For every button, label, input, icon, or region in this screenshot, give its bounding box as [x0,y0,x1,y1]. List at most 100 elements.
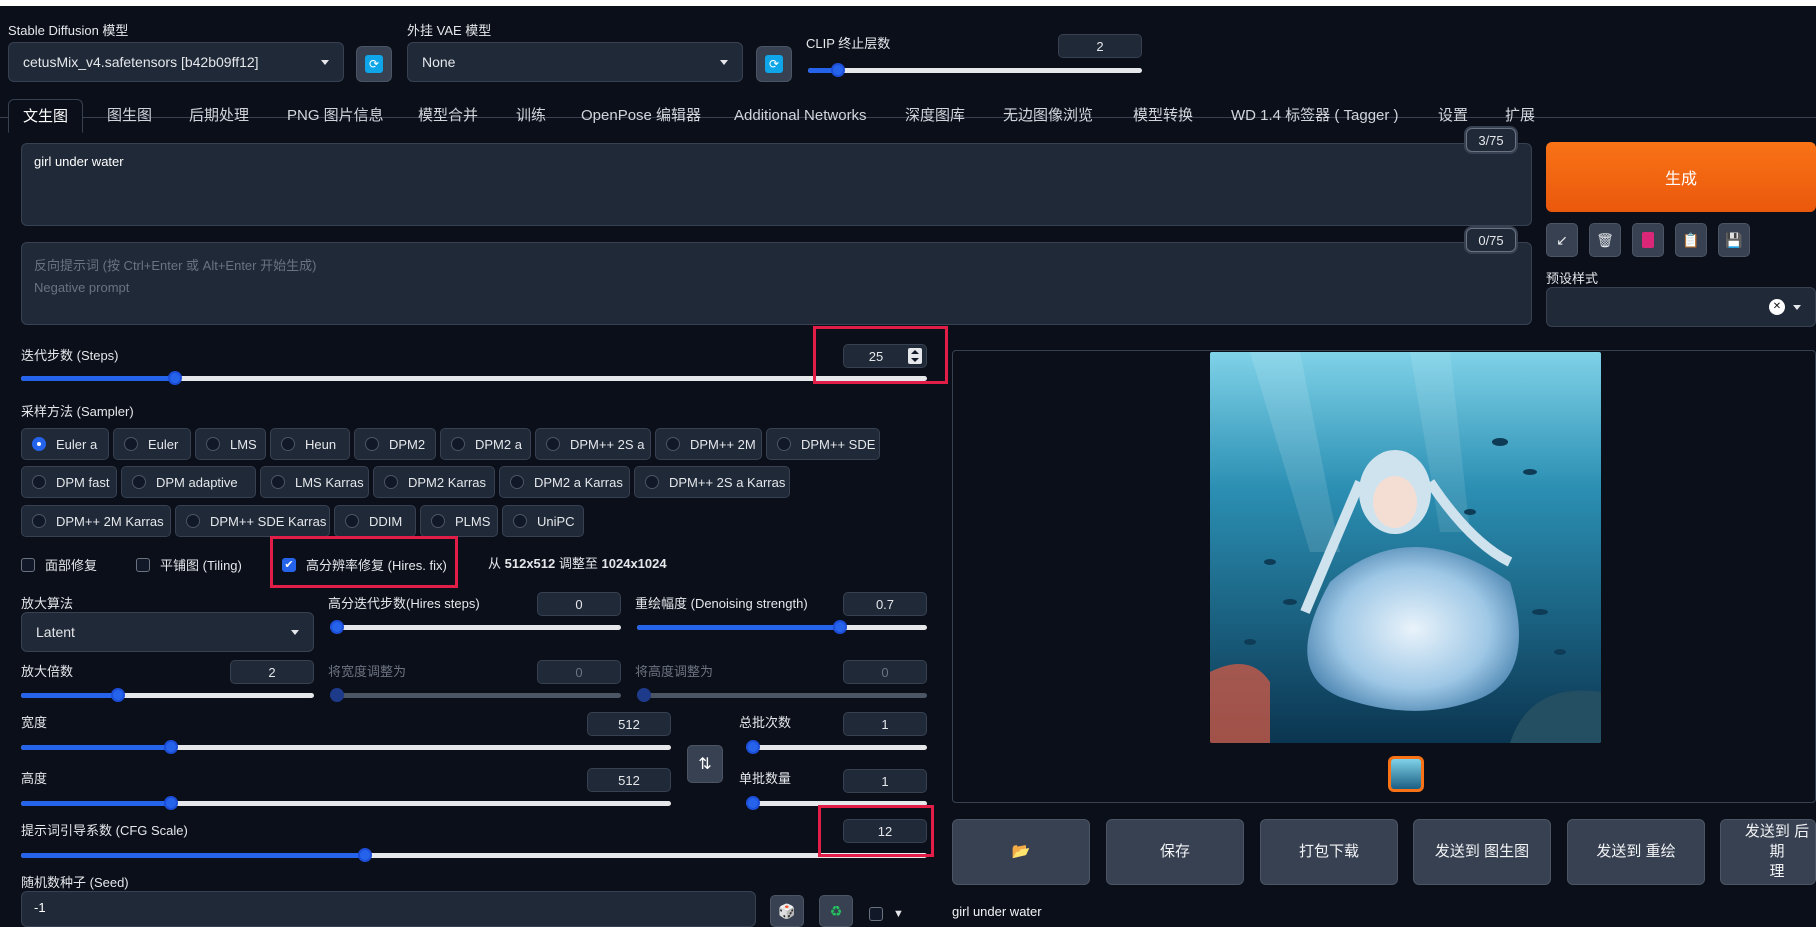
resize-height-slider[interactable] [637,685,927,705]
tab-settings[interactable]: 设置 [1438,99,1468,133]
batch-size-input[interactable]: 1 [843,769,927,793]
sampler-option[interactable]: DPM fast [21,466,117,498]
sampler-option[interactable]: LMS Karras [260,466,369,498]
generated-image[interactable] [1210,352,1601,743]
denoise-input[interactable]: 0.7 [843,592,927,616]
width-input[interactable]: 512 [587,712,671,736]
styles-dropdown[interactable]: ✕ [1546,287,1816,327]
tiling-label: 平铺图 (Tiling) [160,558,242,573]
sampler-option[interactable]: DPM++ 2S a Karras [634,466,790,498]
tab-extras[interactable]: 后期处理 [189,99,249,133]
sampler-option[interactable]: Heun [270,428,350,460]
sampler-option[interactable]: PLMS [420,505,498,537]
trash-button[interactable]: 🗑 [1589,223,1621,257]
sampler-option[interactable]: LMS [195,428,266,460]
extra-seed-checkbox[interactable]: ▼ [869,907,904,921]
cfg-slider[interactable] [21,845,927,865]
height-slider[interactable] [21,793,671,813]
sampler-option-label: DPM2 a Karras [534,474,623,490]
resize-width-label: 将宽度调整为 [328,664,407,679]
tab-img2img[interactable]: 图生图 [107,99,152,133]
extra-networks-button[interactable] [1632,223,1664,257]
refresh-model-button[interactable]: ⟳ [356,46,392,82]
tab-depth-gallery[interactable]: 深度图库 [905,99,965,133]
save-icon: 💾 [1725,231,1743,248]
clip-number-input[interactable]: 2 [1058,34,1142,58]
sampler-option[interactable]: DPM adaptive [121,466,256,498]
sampler-option-label: DDIM [369,513,403,529]
sampler-option[interactable]: DPM++ 2M Karras [21,505,171,537]
random-seed-button[interactable]: 🎲 [770,895,804,927]
sampler-option[interactable]: DPM++ 2M [655,428,762,460]
batch-count-slider[interactable] [746,737,927,757]
upscaler-dropdown[interactable]: Latent [21,612,314,652]
hires-steps-input[interactable]: 0 [537,592,621,616]
vae-dropdown[interactable]: None [407,42,743,82]
seed-input[interactable]: -1 [21,891,756,927]
sampler-option-label: DPM2 Karras [408,474,487,490]
batch-count-input[interactable]: 1 [843,712,927,736]
apply-style-button[interactable]: 📋 [1675,223,1707,257]
sampler-option-label: PLMS [455,513,491,529]
swap-dimensions-button[interactable]: ⇅ [687,745,723,783]
window-top-strip [0,0,1816,6]
send-to-img2img-button[interactable]: 发送到 图生图 [1413,819,1551,885]
tab-openpose-editor[interactable]: OpenPose 编辑器 [581,99,701,133]
sampler-option[interactable]: DDIM [334,505,416,537]
tab-tagger[interactable]: WD 1.4 标签器 ( Tagger ) [1231,99,1399,133]
resize-height-input[interactable]: 0 [843,660,927,684]
tab-model-converter[interactable]: 模型转换 [1133,99,1193,133]
face-restore-checkbox[interactable]: 面部修复 [21,555,97,574]
upscale-by-label: 放大倍数 [21,664,74,679]
sampler-option[interactable]: DPM++ SDE [766,428,880,460]
sampler-option[interactable]: Euler a [21,428,109,460]
save-style-button[interactable]: 💾 [1718,223,1750,257]
hires-steps-slider[interactable] [330,617,621,637]
model-dropdown[interactable]: cetusMix_v4.safetensors [b42b09ff12] [8,42,344,82]
underwater-girl-image [1210,352,1601,743]
upscale-by-slider[interactable] [21,685,314,705]
generate-button[interactable]: 生成 [1546,142,1816,212]
resize-width-input[interactable]: 0 [537,660,621,684]
arrow-icon: ↙ [1556,231,1568,248]
zip-download-button[interactable]: 打包下载 [1260,819,1398,885]
sampler-option[interactable]: Euler [113,428,191,460]
tab-png-info[interactable]: PNG 图片信息 [287,99,384,133]
upscaler-label: 放大算法 [21,596,74,611]
model-label: Stable Diffusion 模型 [8,23,129,38]
tab-additional-networks[interactable]: Additional Networks [734,99,867,133]
steps-slider[interactable] [21,368,927,388]
send-to-extras-button[interactable]: 发送到 后期 理 [1720,819,1816,885]
clip-slider[interactable] [808,60,1142,80]
sampler-option-label: Heun [305,436,337,452]
tab-image-browser[interactable]: 无边图像浏览 [1003,99,1093,133]
send-to-inpaint-button[interactable]: 发送到 重绘 [1567,819,1705,885]
tab-checkpoint-merger[interactable]: 模型合并 [418,99,478,133]
negative-prompt-textarea[interactable]: 反向提示词 (按 Ctrl+Enter 或 Alt+Enter 开始生成) Ne… [21,242,1532,325]
sampler-option[interactable]: DPM2 [354,428,436,460]
tab-train[interactable]: 训练 [516,99,546,133]
reuse-seed-button[interactable]: ♻ [819,895,853,927]
denoise-slider[interactable] [637,617,927,637]
refresh-vae-button[interactable]: ⟳ [756,46,792,82]
save-button[interactable]: 保存 [1106,819,1244,885]
clear-icon[interactable]: ✕ [1769,299,1785,315]
sampler-option[interactable]: DPM2 a [440,428,531,460]
sampler-option[interactable]: DPM2 a Karras [499,466,630,498]
prompt-textarea[interactable]: girl under water [21,143,1532,226]
resize-width-slider[interactable] [330,685,621,705]
sampler-option[interactable]: DPM++ SDE Karras [175,505,330,537]
output-caption: girl under water [952,904,1042,919]
width-slider[interactable] [21,737,671,757]
sampler-option[interactable]: DPM2 Karras [373,466,495,498]
arrow-button[interactable]: ↙ [1546,223,1578,257]
tab-txt2img[interactable]: 文生图 [8,99,84,133]
tiling-checkbox[interactable]: 平铺图 (Tiling) [136,555,242,574]
sampler-option[interactable]: DPM++ 2S a [535,428,651,460]
upscale-by-input[interactable]: 2 [230,660,314,684]
gallery-thumbnail[interactable] [1388,756,1424,792]
open-folder-button[interactable]: 📂 [952,819,1090,885]
refresh-icon: ⟳ [365,55,383,73]
height-input[interactable]: 512 [587,768,671,792]
sampler-option[interactable]: UniPC [502,505,584,537]
